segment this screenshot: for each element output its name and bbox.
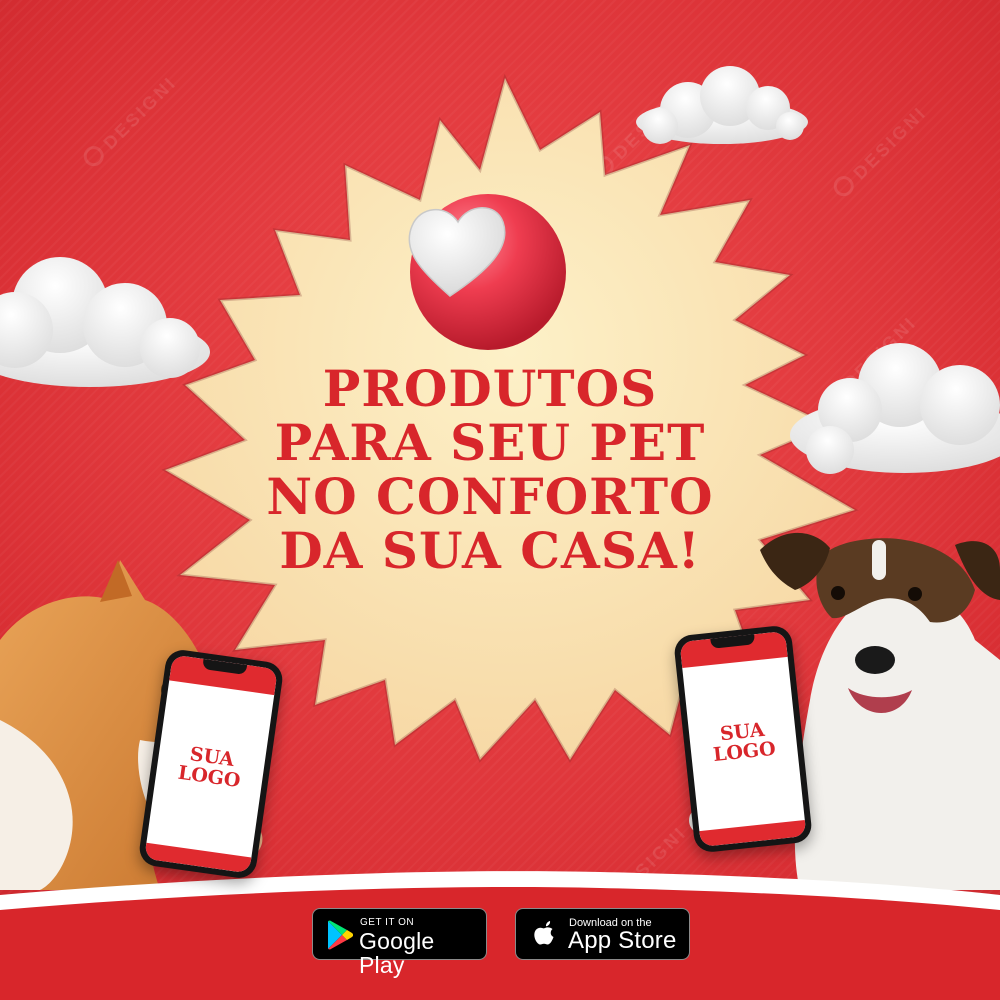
phone-screen: SUA LOGO: [144, 654, 278, 874]
phone-logo: SUA LOGO: [155, 740, 266, 794]
headline-line: DA SUA CASA!: [279, 521, 701, 580]
google-play-icon: [328, 920, 353, 950]
google-play-big-text: Google Play: [359, 928, 435, 978]
phone-right: SUA LOGO: [672, 624, 814, 854]
cloud-top-right: [636, 66, 808, 144]
headline-line: PRODUTOS: [322, 359, 658, 418]
cloud-right: [790, 343, 1000, 474]
headline-line: PARA SEU PET: [274, 413, 706, 472]
google-play-button[interactable]: GET IT ON Google Play: [312, 908, 487, 977]
headline-line: NO CONFORTO: [266, 467, 714, 526]
headline: PRODUTOS PARA SEU PET NO CONFORTO DA SUA…: [190, 362, 790, 578]
apple-icon: [534, 921, 554, 945]
app-store-button[interactable]: Download on the App Store: [515, 908, 690, 960]
phone-screen: SUA LOGO: [679, 631, 807, 847]
app-store-big-text: App Store: [568, 927, 677, 954]
cloud-left: [0, 257, 210, 387]
bottom-band: [0, 887, 1000, 1000]
phone-topbar: [169, 654, 278, 696]
phone-bottombar: [699, 819, 807, 847]
google-play-small-text: GET IT ON: [360, 917, 415, 928]
phone-logo: SUA LOGO: [689, 717, 799, 768]
